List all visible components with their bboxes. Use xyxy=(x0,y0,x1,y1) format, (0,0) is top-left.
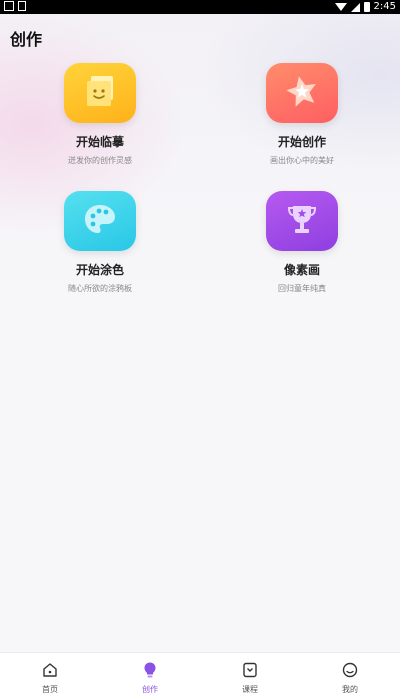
card-subtitle: 迸发你的创作灵感 xyxy=(68,156,132,165)
card-subtitle: 随心所欲的涂鸦板 xyxy=(68,284,132,293)
card-start-copying[interactable]: 开始临摹 迸发你的创作灵感 xyxy=(30,63,170,173)
palette-icon xyxy=(80,199,120,243)
profile-face-icon xyxy=(341,661,359,679)
status-time: 2:45 xyxy=(373,1,396,12)
sim-card-icon xyxy=(18,1,26,11)
tab-label: 首页 xyxy=(42,685,58,694)
card-subtitle: 画出你心中的美好 xyxy=(270,156,334,165)
trophy-icon xyxy=(282,199,322,243)
tab-label: 创作 xyxy=(142,685,158,694)
tab-course[interactable]: 课程 xyxy=(200,653,300,700)
tab-create[interactable]: 创作 xyxy=(100,653,200,700)
bottom-tab-bar: 首页 创作 课程 我的 xyxy=(0,652,400,700)
tab-profile[interactable]: 我的 xyxy=(300,653,400,700)
tab-home[interactable]: 首页 xyxy=(0,653,100,700)
wifi-icon xyxy=(334,3,347,11)
course-icon xyxy=(241,661,259,679)
card-tile xyxy=(266,63,338,123)
card-pixel-art[interactable]: 像素画 回归童年纯真 xyxy=(232,191,372,301)
card-title: 开始创作 xyxy=(277,135,326,149)
card-tile xyxy=(266,191,338,251)
card-title: 开始临摹 xyxy=(75,135,124,149)
tab-label: 课程 xyxy=(242,685,258,694)
battery-icon xyxy=(363,2,370,12)
status-bar: 2:45 xyxy=(0,0,400,14)
lightbulb-icon xyxy=(141,661,159,679)
smiley-sticky-note-icon xyxy=(81,72,119,114)
card-title: 像素画 xyxy=(283,263,320,277)
card-tile xyxy=(64,63,136,123)
notification-icon xyxy=(4,1,14,11)
card-title: 开始涂色 xyxy=(75,263,124,277)
card-tile xyxy=(64,191,136,251)
card-start-creating[interactable]: 开始创作 画出你心中的美好 xyxy=(232,63,372,173)
star-icon xyxy=(282,71,322,115)
home-icon xyxy=(41,661,59,679)
cellular-signal-icon xyxy=(350,2,360,12)
page-title: 创作 xyxy=(10,30,43,49)
card-subtitle: 回归童年纯真 xyxy=(278,284,326,293)
status-notification-icons xyxy=(4,1,26,11)
status-system-icons: 2:45 xyxy=(334,0,396,14)
card-start-coloring[interactable]: 开始涂色 随心所欲的涂鸦板 xyxy=(30,191,170,301)
tab-label: 我的 xyxy=(342,685,358,694)
